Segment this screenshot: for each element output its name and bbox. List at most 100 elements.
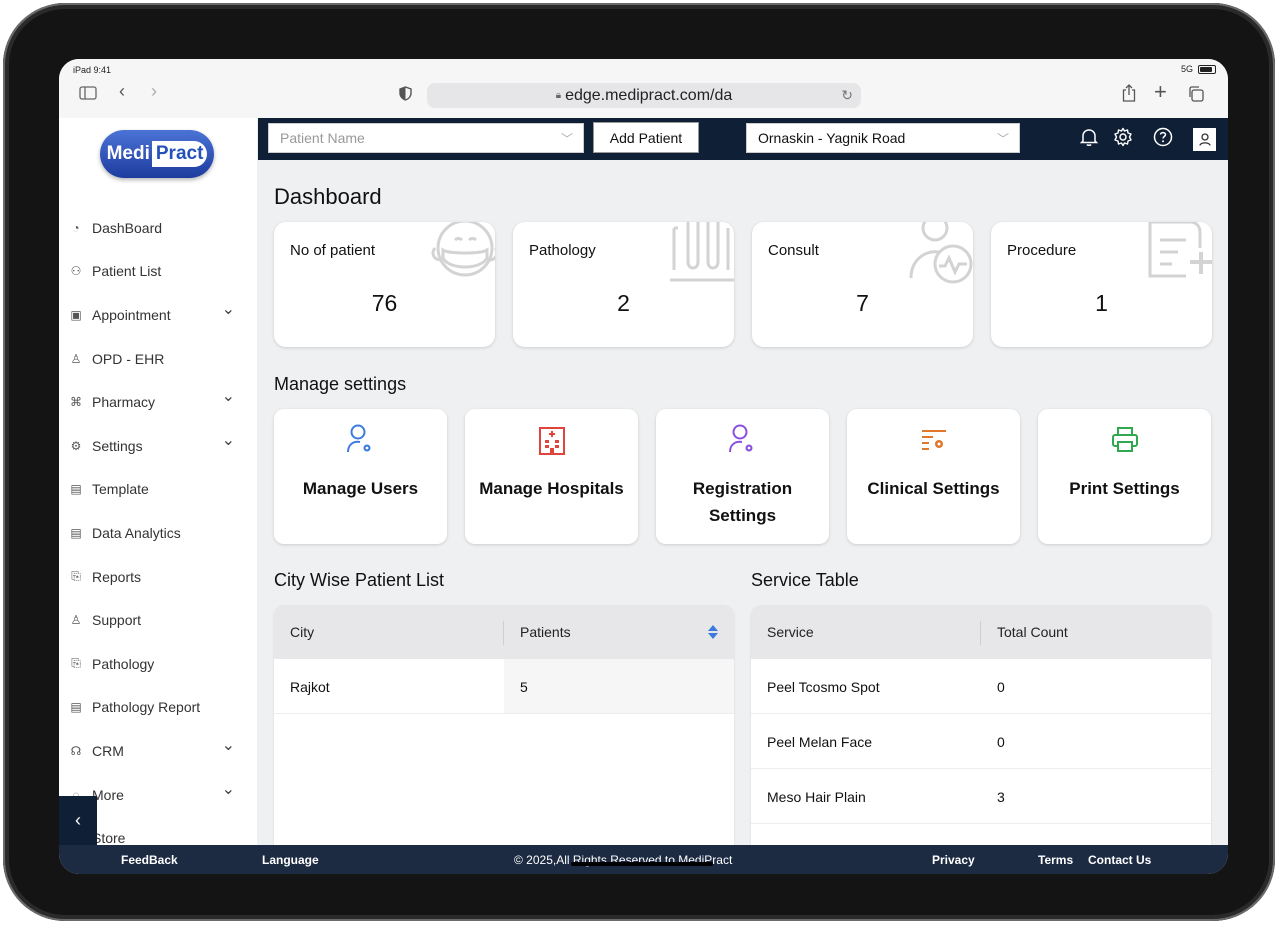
footer-terms-link[interactable]: Terms — [1038, 853, 1073, 867]
card-label: Registration Settings — [692, 479, 793, 525]
sidebar-item-patient-list[interactable]: ⚇ Patient List — [59, 250, 257, 294]
sidebar-item-reports[interactable]: ⎘ Reports — [59, 555, 257, 599]
sidebar-item-appointment[interactable]: ▣ Appointment ⌄ — [59, 293, 257, 337]
printer-icon — [1038, 423, 1211, 459]
header-patients[interactable]: Patients — [520, 624, 571, 640]
sidebar-item-dashboard[interactable]: ◔ DashBoard — [59, 206, 257, 250]
sidebar-item-data-analytics[interactable]: ▤ Data Analytics — [59, 511, 257, 555]
collapse-sidebar-button[interactable]: ‹ — [59, 796, 97, 845]
headset-icon: ☊ — [70, 743, 82, 758]
sidebar-item-pathology[interactable]: ⎘ Pathology — [59, 642, 257, 686]
sidebar-item-label: Store — [92, 830, 126, 847]
cell-count: 0 — [997, 734, 1005, 750]
sidebar-item-label: OPD - EHR — [92, 350, 165, 367]
sidebar-item-pathology-report[interactable]: ▤ Pathology Report — [59, 686, 257, 730]
stat-label: Consult — [768, 242, 819, 259]
analytics-icon: ▤ — [70, 525, 82, 540]
manage-settings-title: Manage settings — [274, 374, 407, 394]
add-patient-button[interactable]: Add Patient — [593, 122, 699, 153]
table-row[interactable]: Peel Melan Face 0 — [751, 714, 1211, 769]
browser-chrome: iPad 9:41 5G ‹ › 🔒︎ edge.medipract.com/d… — [59, 59, 1228, 118]
sidebar-item-support[interactable]: ♙ Support — [59, 598, 257, 642]
stat-card-pathology[interactable]: Pathology 2 — [513, 222, 734, 347]
sidebar-item-label: Support — [92, 612, 142, 629]
footer-feedback-link[interactable]: FeedBack — [121, 853, 178, 867]
sidebar-item-label: Pathology Report — [92, 699, 201, 716]
stat-label: Pathology — [529, 242, 596, 259]
url-bar[interactable]: 🔒︎ edge.medipract.com/da ↻ — [427, 83, 861, 108]
stat-value: 76 — [371, 290, 398, 316]
tabs-icon[interactable] — [1188, 86, 1204, 105]
main-content: Dashboard No of patient 76 Pathology 2 C… — [258, 160, 1228, 845]
stat-value: 7 — [856, 290, 869, 316]
new-tab-icon[interactable]: + — [1154, 81, 1167, 103]
sidebar-item-label: Template — [92, 481, 149, 498]
chevron-down-icon[interactable]: ⌄ — [222, 779, 235, 799]
header-total-count[interactable]: Total Count — [997, 624, 1068, 640]
back-icon[interactable]: ‹ — [119, 82, 125, 100]
footer-privacy-link[interactable]: Privacy — [932, 853, 975, 867]
table-row[interactable]: Peel Tcosmo Spot 0 — [751, 659, 1211, 714]
test-tubes-icon — [670, 222, 734, 282]
cell-service: Meso Hair Plain — [767, 789, 866, 805]
table-header: City Patients — [274, 605, 734, 659]
help-icon[interactable] — [1153, 127, 1173, 152]
stat-card-procedure[interactable]: Procedure 1 — [991, 222, 1212, 347]
footer-language-link[interactable]: Language — [262, 853, 319, 867]
sidebar: Medi Pract ◔ DashBoard ⚇ Patient List ▣ Appoi… — [59, 118, 257, 847]
footer-contact-link[interactable]: Contact Us — [1088, 853, 1151, 867]
card-label: Manage Hospitals — [479, 479, 624, 498]
document-add-icon — [1148, 222, 1212, 278]
sidebar-item-template[interactable]: ▤ Template — [59, 468, 257, 512]
header-city[interactable]: City — [290, 624, 314, 640]
sidebar-item-settings[interactable]: ⚙ Settings ⌄ — [59, 424, 257, 468]
stat-card-patients[interactable]: No of patient 76 — [274, 222, 495, 347]
manage-users-card[interactable]: Manage Users — [274, 409, 447, 544]
gear-icon[interactable] — [1113, 127, 1133, 152]
stat-value: 1 — [1095, 290, 1108, 316]
card-label: Print Settings — [1069, 479, 1180, 498]
forward-icon[interactable]: › — [151, 82, 157, 100]
screen: iPad 9:41 5G ‹ › 🔒︎ edge.medipract.com/d… — [59, 59, 1228, 874]
bell-icon[interactable] — [1079, 127, 1099, 152]
chevron-down-icon[interactable]: ⌄ — [222, 386, 235, 406]
privacy-shield-icon[interactable] — [399, 86, 412, 104]
top-bar: Patient Name ﹀ Add Patient Ornaskin - Ya… — [258, 118, 1228, 160]
clinic-select[interactable]: Ornaskin - Yagnik Road ﹀ — [746, 123, 1020, 153]
chevron-down-icon[interactable]: ⌄ — [222, 735, 235, 755]
dashboard-icon: ◔ — [72, 220, 80, 235]
registration-settings-card[interactable]: Registration Settings — [656, 409, 829, 544]
cell-patients: 5 — [520, 679, 528, 695]
patient-list-icon: ⚇ — [70, 264, 82, 279]
share-icon[interactable] — [1122, 84, 1136, 105]
stat-value: 2 — [617, 290, 630, 316]
sidebar-item-opd-ehr[interactable]: ♙ OPD - EHR — [59, 337, 257, 381]
template-icon: ▤ — [70, 482, 82, 497]
calendar-icon: ▣ — [70, 307, 82, 322]
table-row[interactable]: Meso Hair Plain 3 — [751, 769, 1211, 824]
stat-card-consult[interactable]: Consult 7 — [752, 222, 973, 347]
header-divider — [503, 621, 504, 645]
chevron-down-icon[interactable]: ⌄ — [222, 299, 235, 319]
pathology-icon: ⎘ — [71, 656, 81, 671]
logo-part1: Medi — [106, 143, 150, 164]
medipract-logo[interactable]: Medi Pract — [100, 130, 214, 178]
print-settings-card[interactable]: Print Settings — [1038, 409, 1211, 544]
clinical-settings-card[interactable]: Clinical Settings — [847, 409, 1020, 544]
list-gear-icon — [847, 423, 1020, 459]
reload-icon[interactable]: ↻ — [841, 87, 853, 104]
sidebar-toggle-icon[interactable] — [79, 85, 97, 103]
patient-name-select[interactable]: Patient Name ﹀ — [268, 123, 584, 153]
sort-icon[interactable] — [708, 625, 718, 639]
header-service[interactable]: Service — [767, 624, 814, 640]
sidebar-item-pharmacy[interactable]: ⌘ Pharmacy ⌄ — [59, 380, 257, 424]
sidebar-item-crm[interactable]: ☊ CRM ⌄ — [59, 729, 257, 773]
stat-label: Procedure — [1007, 242, 1077, 259]
service-table-title: Service Table — [751, 570, 859, 590]
table-row[interactable]: Rajkot 5 — [274, 659, 734, 714]
chevron-down-icon[interactable]: ⌄ — [222, 430, 235, 450]
sidebar-item-label: Reports — [92, 568, 142, 585]
manage-hospitals-card[interactable]: Manage Hospitals — [465, 409, 638, 544]
card-label: Manage Users — [302, 479, 419, 498]
user-avatar-button[interactable] — [1193, 128, 1216, 151]
